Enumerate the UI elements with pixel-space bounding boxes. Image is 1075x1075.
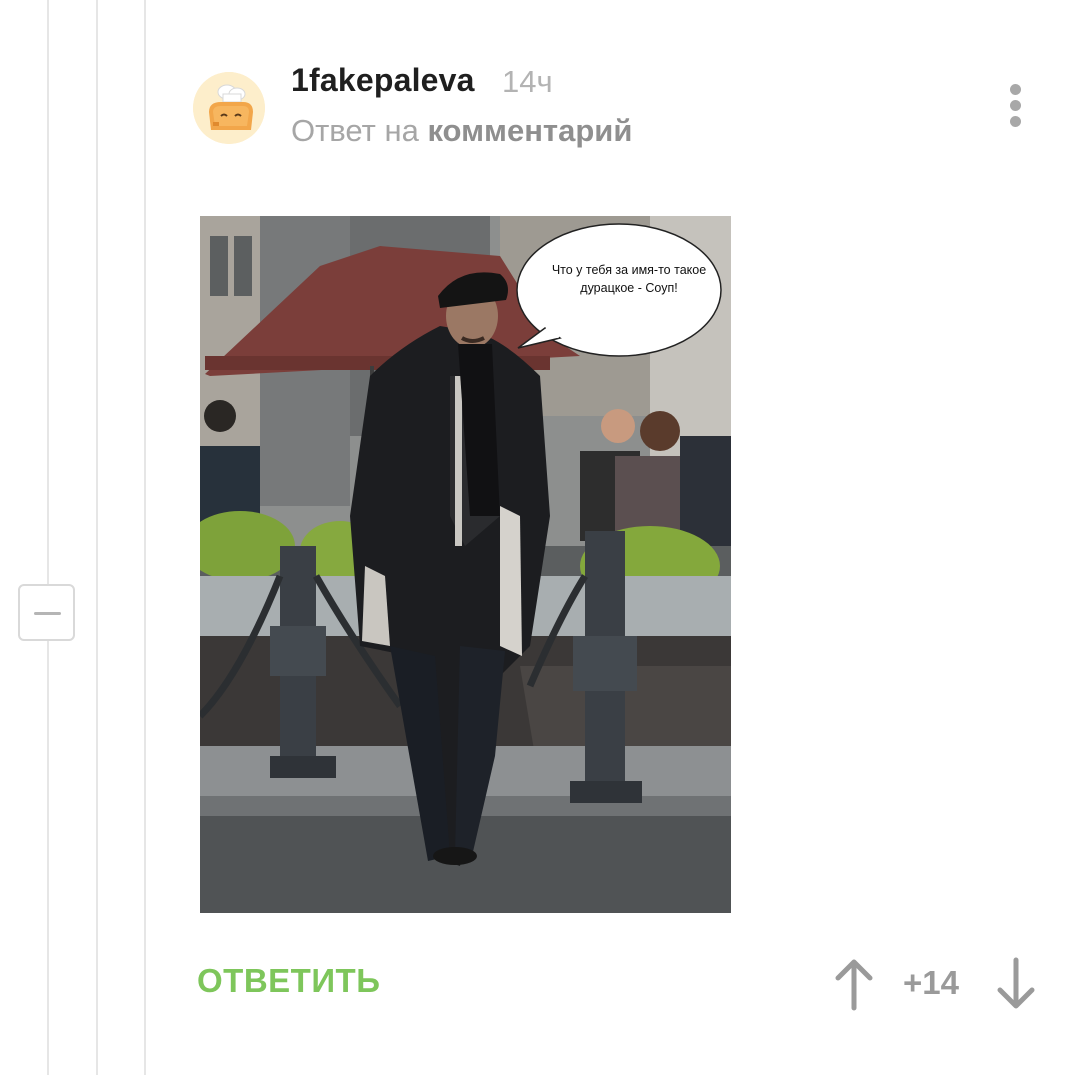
arrow-down-icon bbox=[997, 957, 1035, 1009]
reply-prefix: Ответ на bbox=[291, 113, 419, 148]
vote-score: +14 bbox=[903, 964, 959, 1001]
comment-page: 1fakepaleva 14ч Ответ на комментарий Что… bbox=[0, 0, 1075, 1075]
more-options-button[interactable] bbox=[1003, 80, 1029, 130]
speech-bubble-text: Что у тебя за имя-то такое дурацкое - Со… bbox=[551, 263, 707, 295]
downvote-button[interactable] bbox=[995, 956, 1037, 1012]
thread-line bbox=[47, 0, 49, 1075]
reply-context: Ответ на комментарий bbox=[291, 113, 632, 149]
collapse-minus-icon bbox=[34, 612, 61, 615]
toast-chef-avatar-icon bbox=[193, 72, 265, 144]
avatar[interactable] bbox=[193, 72, 265, 144]
reply-button[interactable]: ОТВЕТИТЬ bbox=[197, 962, 380, 1000]
thread-line bbox=[96, 0, 98, 1075]
comment-image[interactable]: Что у тебя за имя-то такое дурацкое - Со… bbox=[200, 216, 731, 913]
reply-target-link[interactable]: комментарий bbox=[427, 113, 632, 148]
street-photo-illustration bbox=[200, 216, 731, 913]
author-name[interactable]: 1fakepaleva bbox=[291, 62, 475, 99]
arrow-up-icon bbox=[835, 959, 873, 1011]
upvote-button[interactable] bbox=[833, 956, 875, 1012]
thread-line bbox=[144, 0, 146, 1075]
comment-time: 14ч bbox=[502, 64, 553, 99]
collapse-thread-button[interactable] bbox=[18, 584, 75, 641]
